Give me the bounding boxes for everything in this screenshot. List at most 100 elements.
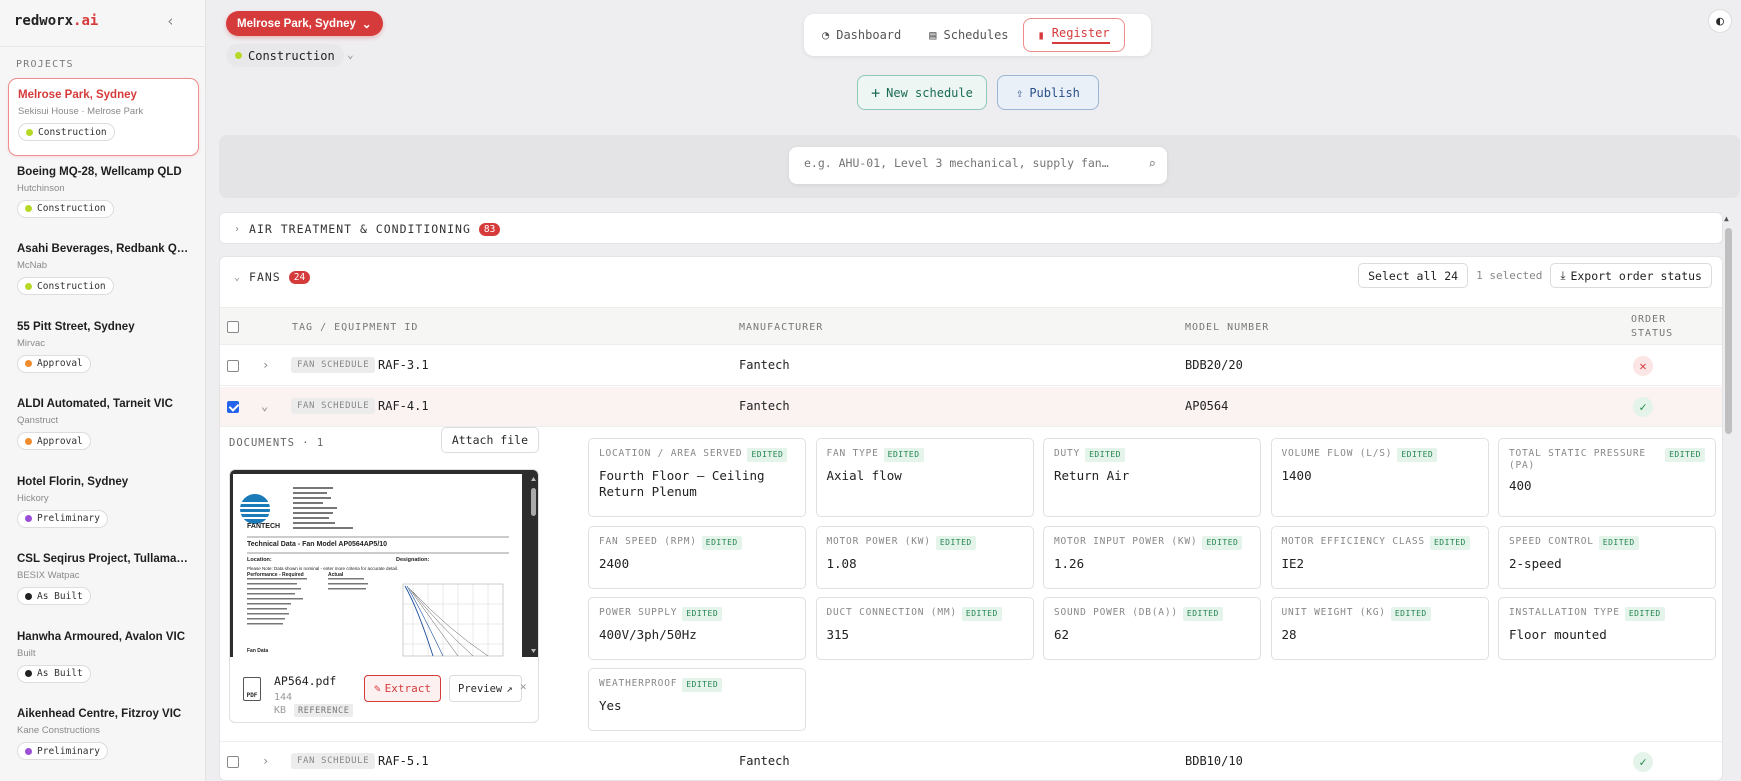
equipment-field[interactable]: FAN SPEED (RPM) EDITED 2400 (588, 526, 806, 589)
export-order-status-button[interactable]: ⤓ Export order status (1550, 263, 1712, 288)
pdf-scrollbar[interactable] (530, 476, 537, 653)
order-status-ok-icon[interactable]: ✓ (1633, 397, 1653, 417)
field-value[interactable]: 62 (1054, 627, 1250, 643)
project-name: Hotel Florin, Sydney (17, 475, 129, 488)
equipment-field[interactable]: MOTOR POWER (KW) EDITED 1.08 (815, 526, 1034, 589)
select-all-checkbox[interactable] (227, 321, 239, 333)
extract-button[interactable]: ✎ Extract (364, 675, 441, 702)
project-item[interactable]: Boeing MQ-28, Wellcamp QLD Hutchinson Cons… (8, 156, 199, 234)
equipment-field[interactable]: WEATHERPROOF EDITED Yes (588, 668, 806, 731)
edited-badge: EDITED (701, 536, 742, 550)
equipment-field[interactable]: VOLUME FLOW (L/S) EDITED 1400 (1270, 438, 1489, 517)
project-stage-selector[interactable]: Construction (226, 44, 344, 67)
column-header-status[interactable]: ORDER STATUS (1631, 313, 1691, 341)
field-value[interactable]: Axial flow (827, 468, 1023, 484)
field-value[interactable]: 1.26 (1054, 556, 1250, 572)
search-input[interactable] (804, 156, 1124, 170)
equipment-field[interactable]: UNIT WEIGHT (KG) EDITED 28 (1270, 597, 1489, 660)
equipment-field[interactable]: POWER SUPPLY EDITED 400V/3ph/50Hz (588, 597, 806, 660)
edited-badge: EDITED (747, 448, 788, 462)
field-value[interactable]: 1400 (1282, 468, 1478, 484)
pdf-note: Please Note: Data shown is nominal - ent… (247, 566, 399, 571)
file-name[interactable]: AP564.pdf (274, 674, 336, 688)
field-value[interactable]: Floor mounted (1509, 627, 1705, 643)
field-value[interactable]: 400V/3ph/50Hz (599, 627, 795, 643)
chevron-right-icon[interactable]: › (262, 754, 269, 768)
row-checkbox[interactable] (227, 401, 239, 413)
theme-toggle-icon[interactable]: ◐ (1708, 9, 1732, 33)
project-item[interactable]: Hotel Florin, Sydney Hickory Preliminary (8, 466, 199, 544)
field-label: WEATHERPROOF EDITED (599, 678, 795, 692)
section-air-treatment[interactable]: › AIR TREATMENT & CONDITIONING 83 (219, 212, 1723, 244)
equipment-field[interactable]: INSTALLATION TYPE EDITED Floor mounted (1498, 597, 1716, 660)
preview-button[interactable]: Preview ↗ (449, 675, 522, 702)
table-header: TAG / EQUIPMENT ID MANUFACTURER MODEL NU… (220, 307, 1722, 345)
column-header-model[interactable]: MODEL NUMBER (1185, 322, 1269, 333)
field-value[interactable]: 2-speed (1509, 556, 1705, 572)
search-icon[interactable]: ⌕ (1148, 157, 1156, 172)
table-row[interactable]: ⌄ FAN SCHEDULE RAF-4.1 Fantech AP0564 ✓ (220, 387, 1722, 427)
publish-button[interactable]: ⇪ Publish (997, 75, 1099, 110)
equipment-field[interactable]: DUCT CONNECTION (MM) EDITED 315 (815, 597, 1034, 660)
tab-dashboard[interactable]: ◔ Dashboard (808, 18, 915, 52)
project-item[interactable]: Hanwha Armoured, Avalon VIC Built As Built (8, 621, 199, 699)
plus-icon: + (871, 83, 881, 102)
chevron-right-icon[interactable]: › (262, 358, 269, 372)
field-value[interactable]: 2400 (599, 556, 795, 572)
row-checkbox[interactable] (227, 756, 239, 768)
project-item[interactable]: Melrose Park, Sydney Sekisui House · Melr… (8, 78, 199, 156)
tab-schedules[interactable]: ▤ Schedules (915, 18, 1022, 52)
table-row[interactable]: › FAN SCHEDULE RAF-5.1 Fantech BDB10/10 … (220, 741, 1722, 780)
new-schedule-button[interactable]: + New schedule (857, 75, 987, 110)
attach-file-button[interactable]: Attach file (440, 427, 539, 453)
equipment-field[interactable]: TOTAL STATIC PRESSURE (PA) EDITED 400 (1498, 438, 1716, 517)
equipment-field[interactable]: LOCATION / AREA SERVED EDITED Fourth Floor… (588, 438, 806, 517)
field-value[interactable]: Yes (599, 698, 795, 714)
field-value[interactable]: 400 (1509, 478, 1705, 494)
project-item[interactable]: CSL Seqirus Project, Tullamarine VIC BESI… (8, 543, 199, 621)
equipment-field[interactable]: SOUND POWER (DB(A)) EDITED 62 (1043, 597, 1261, 660)
project-item[interactable]: ALDI Automated, Tarneit VIC Qanstruct Appr… (8, 388, 199, 466)
tab-register[interactable]: ▮ Register (1022, 18, 1125, 52)
edited-badge: EDITED (935, 536, 976, 550)
select-all-button[interactable]: Select all 24 (1358, 263, 1469, 288)
field-value[interactable]: 28 (1282, 627, 1478, 643)
order-status-ok-icon[interactable]: ✓ (1633, 752, 1653, 772)
collapse-sidebar-icon[interactable]: ‹ (166, 12, 175, 30)
equipment-field[interactable]: SPEED CONTROL EDITED 2-speed (1498, 526, 1716, 589)
scroll-thumb[interactable] (1725, 228, 1732, 434)
app-logo[interactable]: redworx.ai (14, 13, 98, 29)
table-row[interactable]: › FAN SCHEDULE RAF-3.1 Fantech BDB20/20 … (220, 346, 1722, 386)
remove-file-icon[interactable]: ✕ (520, 680, 527, 693)
search-box[interactable]: ⌕ (789, 147, 1167, 184)
equipment-field[interactable]: FAN TYPE EDITED Axial flow (815, 438, 1034, 517)
order-status-declined-icon[interactable]: ✕ (1633, 356, 1653, 376)
field-value[interactable]: IE2 (1282, 556, 1478, 572)
chevron-down-icon[interactable]: ⌄ (261, 399, 268, 413)
project-client: BESIX Watpac (17, 570, 80, 581)
field-value[interactable]: Return Air (1054, 468, 1250, 484)
scroll-up-icon[interactable]: ▲ (1724, 214, 1729, 223)
chevron-down-icon[interactable]: ⌄ (347, 48, 354, 61)
stage-dot (25, 515, 32, 522)
project-item[interactable]: Asahi Beverages, Redbank QLD McNab Constru… (8, 233, 199, 311)
equipment-field[interactable]: MOTOR INPUT POWER (KW) EDITED 1.26 (1043, 526, 1261, 589)
chevron-down-icon: ⌄ (361, 18, 372, 31)
field-value[interactable]: Fourth Floor – Ceiling Return Plenum (599, 468, 795, 500)
pdf-preview[interactable]: FANTECH Technical Data - Fan Model AP056… (230, 470, 538, 657)
project-client: Qanstruct (17, 415, 59, 426)
equipment-field[interactable]: MOTOR EFFICIENCY CLASS EDITED IE2 (1270, 526, 1489, 589)
column-header-manufacturer[interactable]: MANUFACTURER (739, 322, 823, 333)
project-item[interactable]: 55 Pitt Street, Sydney Mirvac Approval (8, 311, 199, 389)
equipment-field[interactable]: DUTY EDITED Return Air (1043, 438, 1261, 517)
project-name: 55 Pitt Street, Sydney (17, 320, 135, 333)
column-header-tag[interactable]: TAG / EQUIPMENT ID (292, 322, 418, 333)
project-item[interactable]: Aikenhead Centre, Fitzroy VIC Kane Constr… (8, 698, 199, 776)
field-value[interactable]: 1.08 (827, 556, 1023, 572)
field-value[interactable]: 315 (827, 627, 1023, 643)
stage-label: As Built (37, 668, 83, 679)
row-checkbox[interactable] (227, 360, 239, 372)
project-location-selector[interactable]: Melrose Park, Sydney ⌄ (226, 11, 383, 36)
main-scrollbar[interactable]: ▲ (1723, 212, 1735, 781)
reference-tag: REFERENCE (294, 704, 354, 717)
